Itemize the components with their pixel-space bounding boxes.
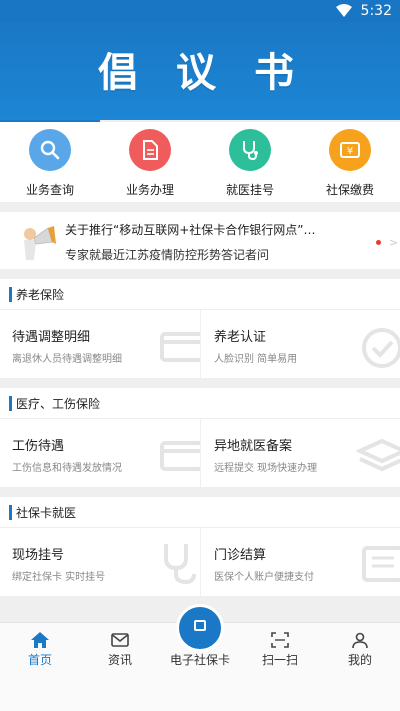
user-icon [352, 632, 368, 648]
tab-label: 扫一扫 [261, 653, 298, 667]
card-subtitle: 人脸识别 简单易用 [214, 354, 298, 365]
news-page-dot [376, 240, 381, 245]
check-icon [362, 328, 400, 368]
quick-action-handle[interactable]: 业务办理 [100, 122, 200, 202]
tab-label: 首页 [27, 653, 52, 667]
stethoscope-icon [229, 129, 271, 171]
tab-news[interactable]: 资讯 [80, 623, 160, 711]
card-subtitle: 医保个人账户便捷支付 [214, 572, 314, 583]
e-social-card-button[interactable] [176, 604, 224, 652]
banner-title: 倡议书 [98, 50, 332, 96]
card-title: 现场挂号 [12, 548, 65, 563]
quick-action-label: 就医挂号 [225, 183, 274, 197]
mail-icon [111, 633, 129, 647]
layers-icon [356, 438, 400, 472]
stethoscope-icon [164, 544, 196, 585]
card-subtitle: 绑定社保卡 实时挂号 [12, 572, 106, 583]
document-icon [129, 129, 171, 171]
tab-label: 资讯 [107, 653, 132, 667]
card-subtitle: 远程提交 现场快速办理 [214, 463, 318, 474]
quick-action-query[interactable]: 业务查询 [0, 122, 100, 202]
tab-label: 我的 [347, 653, 372, 667]
megaphone-icon [24, 226, 56, 260]
quick-actions: 业务查询 业务办理 就医挂号 ¥ 社保缴费 [0, 122, 400, 202]
section-accent-bar [9, 287, 12, 302]
card-title: 待遇调整明细 [12, 330, 91, 345]
quick-action-label: 业务查询 [25, 183, 74, 197]
card-title: 异地就医备案 [214, 439, 293, 454]
card-onsite-registration[interactable]: 现场挂号 绑定社保卡 实时挂号 [0, 528, 200, 596]
section-accent-bar [9, 396, 12, 411]
section-title: 医疗、工伤保险 [16, 397, 101, 411]
card-work-injury[interactable]: 工伤待遇 工伤信息和待遇发放情况 [0, 419, 200, 487]
card-title: 门诊结算 [214, 548, 267, 563]
quick-action-payment[interactable]: ¥ 社保缴费 [300, 122, 400, 202]
quick-action-label: 业务办理 [125, 183, 174, 197]
card-pension-authentication[interactable]: 养老认证 人脸识别 简单易用 [201, 310, 400, 378]
home-icon [31, 632, 49, 648]
wifi-icon [336, 4, 352, 17]
card-pension-adjustment[interactable]: 待遇调整明细 离退休人员待遇调整明细 [0, 310, 200, 378]
status-time: 5:32 [360, 3, 392, 19]
card-title: 养老认证 [214, 330, 267, 345]
card-icon [194, 620, 206, 631]
card-remote-medical[interactable]: 异地就医备案 远程提交 现场快速办理 [201, 419, 400, 487]
section-title: 社保卡就医 [16, 506, 77, 520]
svg-text:¥: ¥ [347, 146, 353, 157]
card-outpatient-settlement[interactable]: 门诊结算 医保个人账户便捷支付 [201, 528, 400, 596]
section-header: 社保卡就医 [0, 497, 400, 527]
section-header: 养老保险 [0, 279, 400, 309]
news-headline[interactable]: 关于推行“移动互联网+社保卡合作银行网点”… [65, 221, 316, 238]
section-accent-bar [9, 505, 12, 520]
card-subtitle: 离退休人员待遇调整明细 [12, 354, 122, 365]
quick-action-registration[interactable]: 就医挂号 [200, 122, 300, 202]
banner[interactable]: 倡议书 [0, 22, 400, 120]
tab-home[interactable]: 首页 [0, 623, 80, 711]
receipt-icon [362, 546, 400, 582]
tab-label: 电子社保卡 [169, 653, 230, 667]
search-icon [29, 129, 71, 171]
tab-mine[interactable]: 我的 [320, 623, 400, 711]
section-header: 医疗、工伤保险 [0, 388, 400, 418]
card-icon [160, 332, 200, 362]
scan-icon [271, 632, 289, 648]
news-ticker[interactable]: 关于推行“移动互联网+社保卡合作银行网点”… 专家就最近江苏疫情防控形势答记者问 [0, 212, 400, 269]
chevron-right-icon: > [389, 236, 399, 249]
tab-scan[interactable]: 扫一扫 [240, 623, 320, 711]
section-title: 养老保险 [16, 288, 65, 302]
news-headline[interactable]: 专家就最近江苏疫情防控形势答记者问 [65, 246, 269, 263]
card-subtitle: 工伤信息和待遇发放情况 [12, 463, 122, 474]
card-icon [160, 441, 200, 471]
card-title: 工伤待遇 [12, 439, 65, 454]
payment-icon: ¥ [329, 129, 371, 171]
quick-action-label: 社保缴费 [325, 183, 374, 197]
status-bar: 5:32 [0, 0, 400, 22]
